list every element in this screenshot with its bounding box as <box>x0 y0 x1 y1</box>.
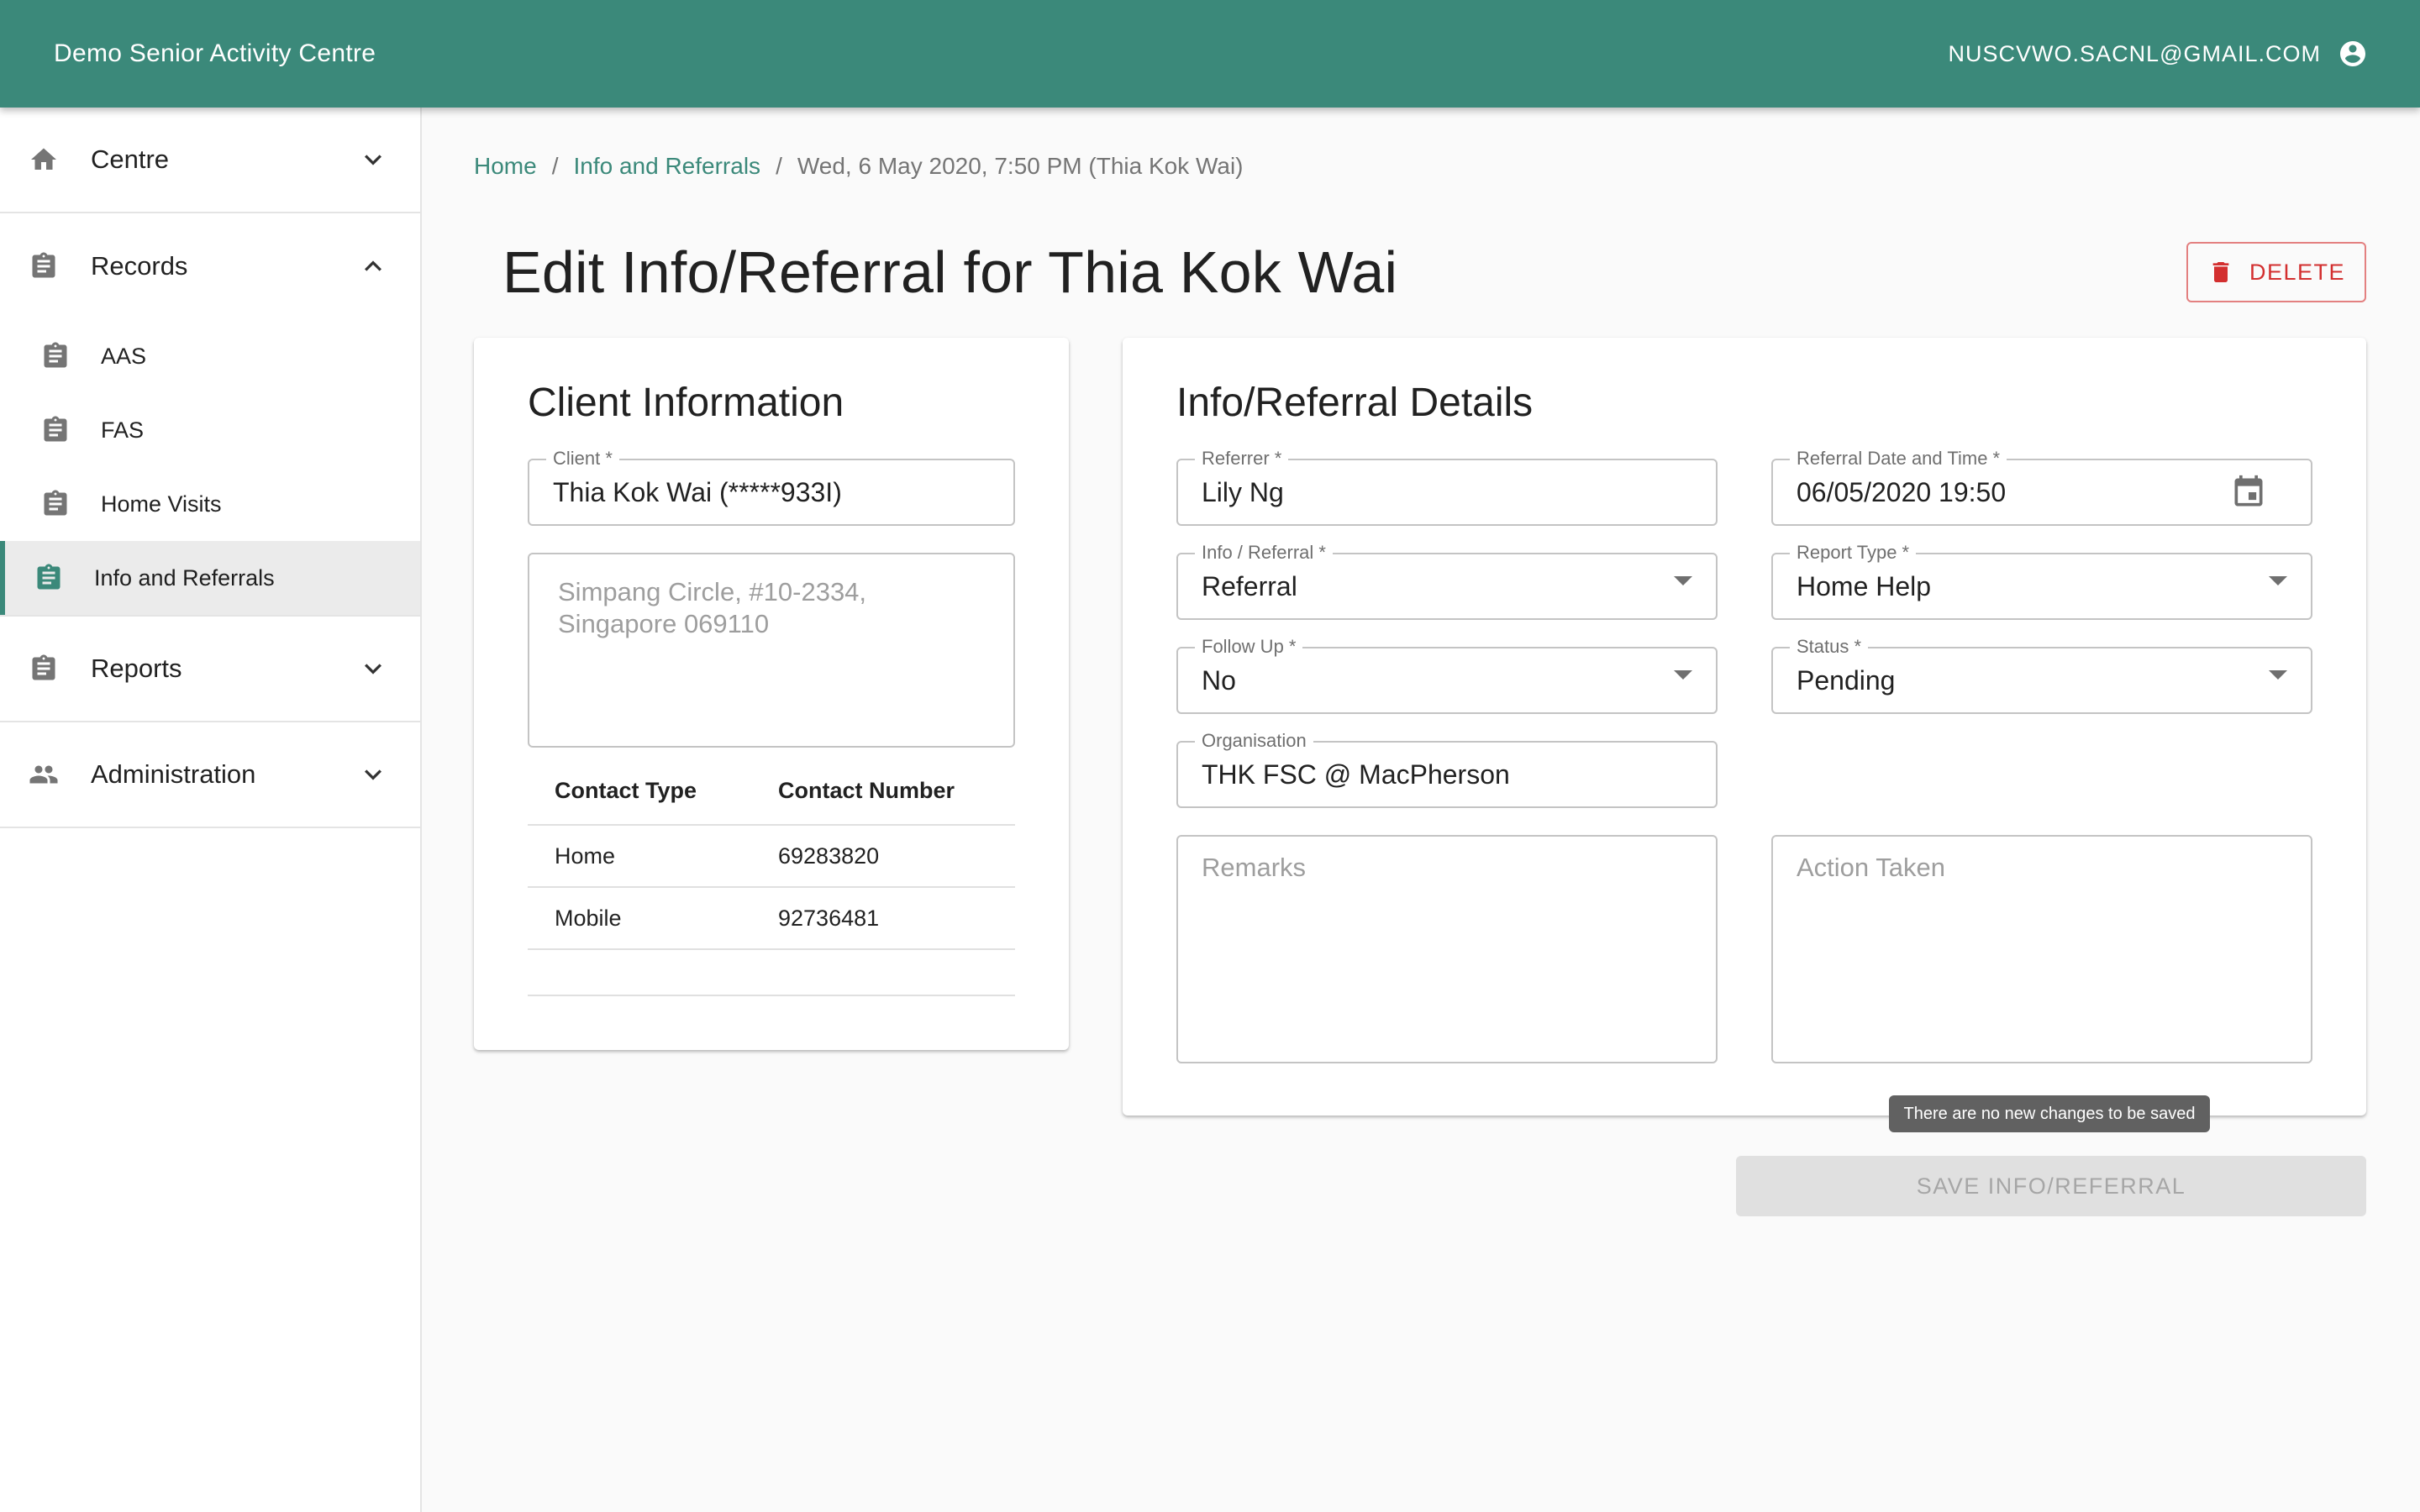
info-referral-details-card: Info/Referral Details Referrer * Lily Ng… <box>1123 338 2366 1116</box>
remarks-placeholder: Remarks <box>1202 853 1307 882</box>
sidebar-item-home-visits[interactable]: Home Visits <box>0 467 420 541</box>
clipboard-icon <box>40 415 71 445</box>
report-type-select[interactable]: Report Type * Home Help <box>1771 543 2312 620</box>
field-value: Lily Ng <box>1202 477 1284 507</box>
card-title: Client Information <box>528 381 844 425</box>
sidebar-item-label: AAS <box>101 343 147 369</box>
action-taken-textarea[interactable]: Action Taken <box>1771 835 2312 1063</box>
sidebar-group-label: Centre <box>91 144 170 174</box>
sidebar-group-records[interactable]: Records <box>0 213 420 319</box>
chevron-down-icon[interactable] <box>356 652 390 685</box>
table-row: Mobile 92736481 <box>528 887 1015 950</box>
sidebar-group-label: Reports <box>91 654 182 683</box>
clipboard-icon <box>34 563 64 593</box>
table-row: Home 69283820 <box>528 825 1015 888</box>
chevron-down-icon[interactable] <box>356 758 390 791</box>
sidebar-group-administration[interactable]: Administration <box>0 722 420 828</box>
dropdown-arrow-icon <box>1674 576 1692 585</box>
sidebar-item-label: Home Visits <box>101 491 222 517</box>
chevron-down-icon[interactable] <box>356 143 390 176</box>
contacts-table: Contact Type Contact Number Home 6928382… <box>528 758 1015 950</box>
chevron-up-icon[interactable] <box>356 249 390 283</box>
info-referral-select[interactable]: Info / Referral * Referral <box>1176 543 1718 620</box>
column-header: Contact Type <box>528 758 751 826</box>
user-email[interactable]: NUSCVWO.SACNL@GMAIL.COM <box>1949 41 2321 67</box>
organisation-field[interactable]: Organisation THK FSC @ MacPherson <box>1176 731 1718 808</box>
breadcrumb-separator: / <box>776 153 782 179</box>
clipboard-icon <box>40 341 71 371</box>
client-field[interactable]: Client * Thia Kok Wai (*****933I) <box>528 449 1015 526</box>
trash-icon <box>2207 259 2234 286</box>
sidebar-item-label: FAS <box>101 417 145 443</box>
records-submenu: AAS FAS Home Visits Info and Referrals <box>0 319 420 617</box>
breadcrumb-section-link[interactable]: Info and Referrals <box>573 153 760 180</box>
breadcrumb: Home / Info and Referrals / Wed, 6 May 2… <box>474 153 1244 180</box>
referral-datetime-field[interactable]: Referral Date and Time * 06/05/2020 19:5… <box>1771 449 2312 526</box>
column-header: Contact Number <box>751 758 1015 826</box>
app-title[interactable]: Demo Senior Activity Centre <box>54 39 376 68</box>
clipboard-icon <box>29 251 59 281</box>
sidebar-item-aas[interactable]: AAS <box>0 319 420 393</box>
people-icon <box>29 759 59 790</box>
sidebar-group-reports[interactable]: Reports <box>0 617 420 722</box>
clipboard-icon <box>40 489 71 519</box>
field-value: Home Help <box>1797 571 1932 601</box>
clipboard-icon <box>29 654 59 684</box>
referrer-field[interactable]: Referrer * Lily Ng <box>1176 449 1718 526</box>
contact-number: 69283820 <box>751 825 1015 888</box>
field-value: Referral <box>1202 571 1297 601</box>
sidebar-item-label: Info and Referrals <box>94 564 275 591</box>
sidebar-group-label: Administration <box>91 759 256 789</box>
field-value: 06/05/2020 19:50 <box>1797 477 2007 507</box>
breadcrumb-separator: / <box>551 153 559 179</box>
dropdown-arrow-icon <box>2269 576 2287 585</box>
breadcrumb-current: Wed, 6 May 2020, 7:50 PM (Thia Kok Wai) <box>797 153 1244 179</box>
remarks-textarea[interactable]: Remarks <box>1176 835 1718 1063</box>
account-menu[interactable]: NUSCVWO.SACNL@GMAIL.COM <box>1949 39 2368 69</box>
follow-up-select[interactable]: Follow Up * No <box>1176 637 1718 714</box>
action-taken-placeholder: Action Taken <box>1797 853 1945 882</box>
table-header-row: Contact Type Contact Number <box>528 758 1015 826</box>
field-value: THK FSC @ MacPherson <box>1202 759 1510 790</box>
field-value: Thia Kok Wai (*****933I) <box>553 477 842 507</box>
account-circle-icon[interactable] <box>2338 39 2368 69</box>
contact-type: Mobile <box>528 887 751 950</box>
home-icon <box>29 144 59 175</box>
field-value: No <box>1202 665 1236 696</box>
breadcrumb-home-link[interactable]: Home <box>474 153 537 180</box>
card-title: Info/Referral Details <box>1176 381 1534 425</box>
delete-button[interactable]: DELETE <box>2186 242 2366 302</box>
save-tooltip: There are no new changes to be saved <box>1889 1095 2210 1132</box>
dropdown-arrow-icon <box>2269 670 2287 680</box>
page-title: Edit Info/Referral for Thia Kok Wai <box>502 239 1398 305</box>
contact-type: Home <box>528 825 751 888</box>
calendar-icon[interactable] <box>2230 474 2267 511</box>
sidebar-item-fas[interactable]: FAS <box>0 393 420 467</box>
address-field[interactable]: Simpang Circle, #10-2334, Singapore 0691… <box>528 553 1015 748</box>
app-bar: Demo Senior Activity Centre NUSCVWO.SACN… <box>0 0 2420 108</box>
contact-number: 92736481 <box>751 887 1015 950</box>
save-info-referral-button[interactable]: SAVE INFO/REFERRAL <box>1736 1156 2366 1216</box>
sidebar-item-info-and-referrals[interactable]: Info and Referrals <box>0 541 420 615</box>
sidebar-group-label: Records <box>91 251 188 281</box>
sidebar-group-centre[interactable]: Centre <box>0 108 420 213</box>
status-select[interactable]: Status * Pending <box>1771 637 2312 714</box>
client-information-card: Client Information Client * Thia Kok Wai… <box>474 338 1069 1050</box>
delete-label: DELETE <box>2249 259 2346 285</box>
address-placeholder: Simpang Circle, #10-2334, Singapore 0691… <box>558 577 867 638</box>
dropdown-arrow-icon <box>1674 670 1692 680</box>
sidebar: Centre Records AAS FAS Home Visits Info … <box>0 108 422 1512</box>
table-footer-divider <box>528 995 1015 996</box>
field-value: Pending <box>1797 665 1896 696</box>
